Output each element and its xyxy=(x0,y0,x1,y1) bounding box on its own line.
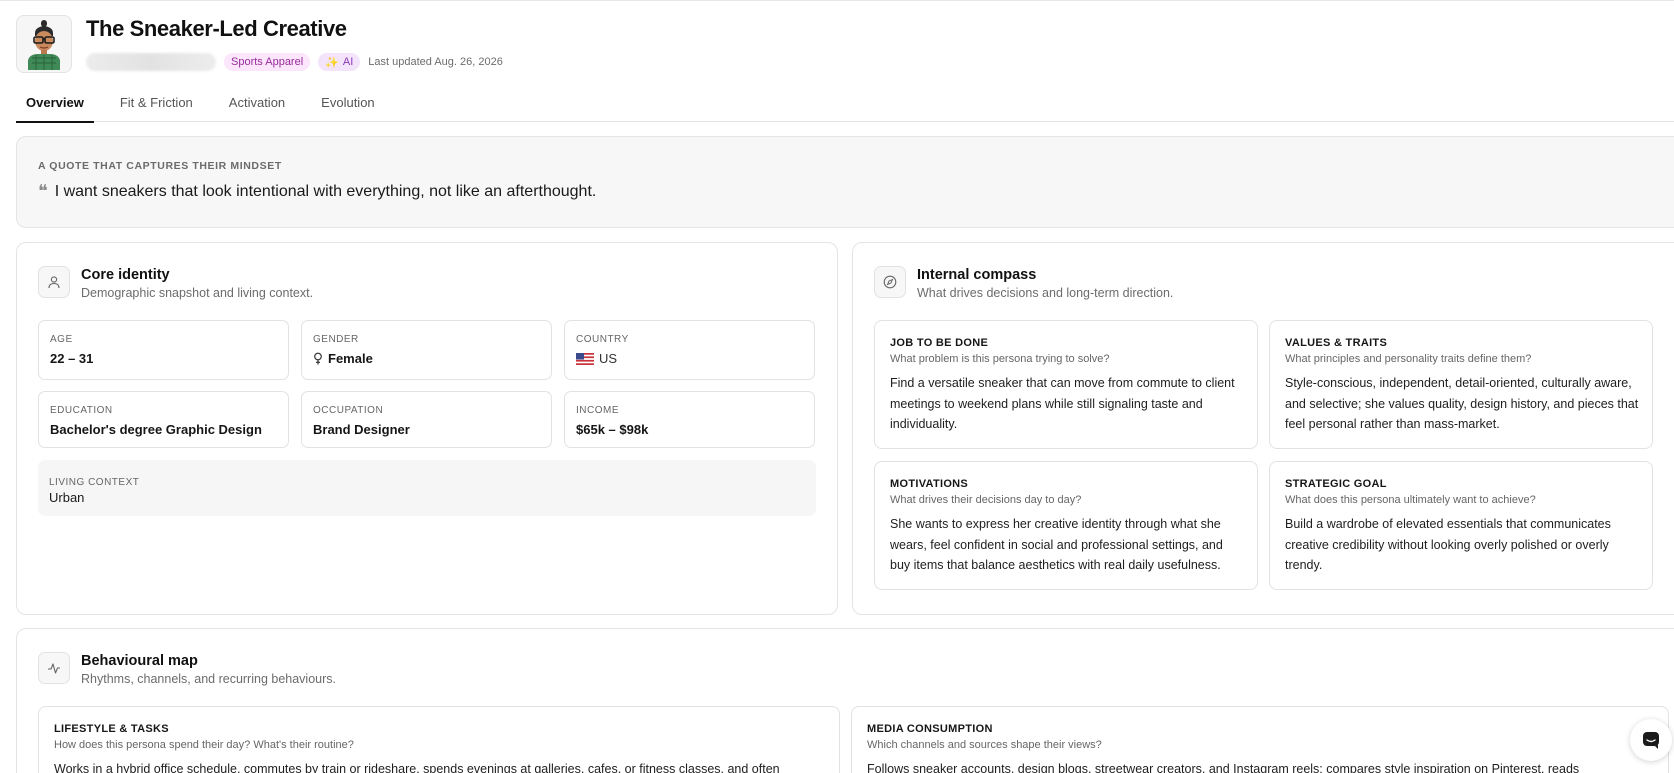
quote-text: I want sneakers that look intentional wi… xyxy=(54,183,597,200)
field-label: LIVING CONTEXT xyxy=(49,477,140,488)
sub-question: What principles and personality traits d… xyxy=(1285,353,1532,365)
core-identity-subtitle: Demographic snapshot and living context. xyxy=(81,286,314,300)
category-badge: Sports Apparel xyxy=(224,53,311,71)
redacted-field xyxy=(86,53,216,71)
behavioural-map-subtitle: Rhythms, channels, and recurring behavio… xyxy=(81,672,336,686)
ai-badge: ✨ AI xyxy=(318,53,361,71)
field-label: OCCUPATION xyxy=(313,405,384,416)
persona-title: The Sneaker-Led Creative xyxy=(86,16,347,41)
ai-badge-label: AI xyxy=(342,56,354,68)
sub-title: STRATEGIC GOAL xyxy=(1285,478,1387,490)
field-label: GENDER xyxy=(313,334,359,345)
behavioural-map-header: Behavioural map Rhythms, channels, and r… xyxy=(38,652,336,686)
sub-body: Works in a hybrid office schedule, commu… xyxy=(54,762,780,773)
internal-compass-header: Internal compass What drives decisions a… xyxy=(874,266,1173,300)
persona-avatar-illustration xyxy=(28,20,60,70)
field-label: EDUCATION xyxy=(50,405,113,416)
compass-icon xyxy=(874,266,906,298)
tab-activation[interactable]: Activation xyxy=(219,89,295,122)
core-identity-title: Core identity xyxy=(81,267,170,283)
gender-value: Female xyxy=(328,351,373,366)
sub-body: She wants to express her creative identi… xyxy=(890,517,1223,572)
sub-question: What drives their decisions day to day? xyxy=(890,494,1082,506)
sparkle-icon: ✨ xyxy=(325,56,339,69)
lifestyle-tasks-card: LIFESTYLE & TASKS How does this persona … xyxy=(38,706,840,773)
field-value: $65k – $98k xyxy=(576,422,649,437)
sub-title: JOB TO BE DONE xyxy=(890,337,989,349)
field-living-context: LIVING CONTEXT Urban xyxy=(38,460,816,516)
sub-title: VALUES & TRAITS xyxy=(1285,337,1388,349)
field-education: EDUCATION Bachelor's degree Graphic Desi… xyxy=(38,391,289,448)
tab-fit-friction[interactable]: Fit & Friction xyxy=(110,89,203,122)
sub-title: MOTIVATIONS xyxy=(890,478,969,490)
motivations-card: MOTIVATIONS What drives their decisions … xyxy=(874,461,1258,590)
persona-header: The Sneaker-Led Creative Sports Apparel … xyxy=(16,15,503,73)
core-identity-header: Core identity Demographic snapshot and l… xyxy=(38,266,313,300)
sub-body: Find a versatile sneaker that can move f… xyxy=(890,376,1235,431)
field-age: AGE 22 – 31 xyxy=(38,320,289,380)
sub-body: Follows sneaker accounts, design blogs, … xyxy=(867,762,1580,773)
sub-question: How does this persona spend their day? W… xyxy=(54,739,354,751)
us-flag-icon xyxy=(576,352,594,365)
field-label: COUNTRY xyxy=(576,334,629,345)
tab-overview[interactable]: Overview xyxy=(16,89,94,123)
tab-bar: Overview Fit & Friction Activation Evolu… xyxy=(16,89,1674,123)
field-value: US xyxy=(576,351,617,366)
field-label: AGE xyxy=(50,334,73,345)
field-value: 22 – 31 xyxy=(50,351,94,366)
field-income: INCOME $65k – $98k xyxy=(564,391,815,448)
persona-header-text: The Sneaker-Led Creative Sports Apparel … xyxy=(86,15,503,72)
persona-page: The Sneaker-Led Creative Sports Apparel … xyxy=(0,0,1674,773)
quote-eyebrow: A QUOTE THAT CAPTURES THEIR MINDSET xyxy=(38,160,282,172)
internal-compass-card: Internal compass What drives decisions a… xyxy=(852,242,1674,615)
sub-question: Which channels and sources shape their v… xyxy=(867,739,1102,751)
field-value: Brand Designer xyxy=(313,422,410,437)
core-identity-card: Core identity Demographic snapshot and l… xyxy=(16,242,838,615)
job-to-be-done-card: JOB TO BE DONE What problem is this pers… xyxy=(874,320,1258,449)
last-updated-text: Last updated Aug. 26, 2026 xyxy=(368,56,503,68)
internal-compass-title: Internal compass xyxy=(917,267,1037,283)
field-country: COUNTRY US xyxy=(564,320,815,380)
persona-meta-row: Sports Apparel ✨ AI Last updated Aug. 26… xyxy=(86,52,503,72)
field-label: INCOME xyxy=(576,405,619,416)
strategic-goal-card: STRATEGIC GOAL What does this persona ul… xyxy=(1269,461,1653,590)
quote-row: ❝ I want sneakers that look intentional … xyxy=(38,183,596,201)
internal-compass-subtitle: What drives decisions and long-term dire… xyxy=(917,286,1174,300)
activity-icon xyxy=(38,652,70,684)
field-gender: GENDER Female xyxy=(301,320,552,380)
tab-evolution[interactable]: Evolution xyxy=(311,89,384,122)
media-consumption-card: MEDIA CONSUMPTION Which channels and sou… xyxy=(851,706,1669,773)
gender-female-icon xyxy=(313,352,323,365)
sub-title: MEDIA CONSUMPTION xyxy=(867,723,993,735)
field-occupation: OCCUPATION Brand Designer xyxy=(301,391,552,448)
behavioural-map-title: Behavioural map xyxy=(81,653,198,669)
sub-body: Style-conscious, independent, detail-ori… xyxy=(1285,376,1639,431)
sub-question: What problem is this persona trying to s… xyxy=(890,353,1110,365)
quote-mark-icon: ❝ xyxy=(38,181,48,202)
chat-widget-button[interactable] xyxy=(1630,719,1672,761)
persona-avatar xyxy=(16,15,72,73)
quote-card: A QUOTE THAT CAPTURES THEIR MINDSET ❝ I … xyxy=(16,136,1674,228)
country-value: US xyxy=(599,351,618,366)
sub-question: What does this persona ultimately want t… xyxy=(1285,494,1536,506)
chat-icon xyxy=(1643,732,1659,749)
behavioural-map-card: Behavioural map Rhythms, channels, and r… xyxy=(16,628,1674,773)
sub-title: LIFESTYLE & TASKS xyxy=(54,723,169,735)
field-value: Bachelor's degree Graphic Design xyxy=(50,422,262,437)
field-value: Urban xyxy=(49,490,85,505)
field-value: Female xyxy=(313,351,373,366)
values-traits-card: VALUES & TRAITS What principles and pers… xyxy=(1269,320,1653,449)
user-icon xyxy=(38,266,70,298)
sub-body: Build a wardrobe of elevated essentials … xyxy=(1285,517,1611,572)
